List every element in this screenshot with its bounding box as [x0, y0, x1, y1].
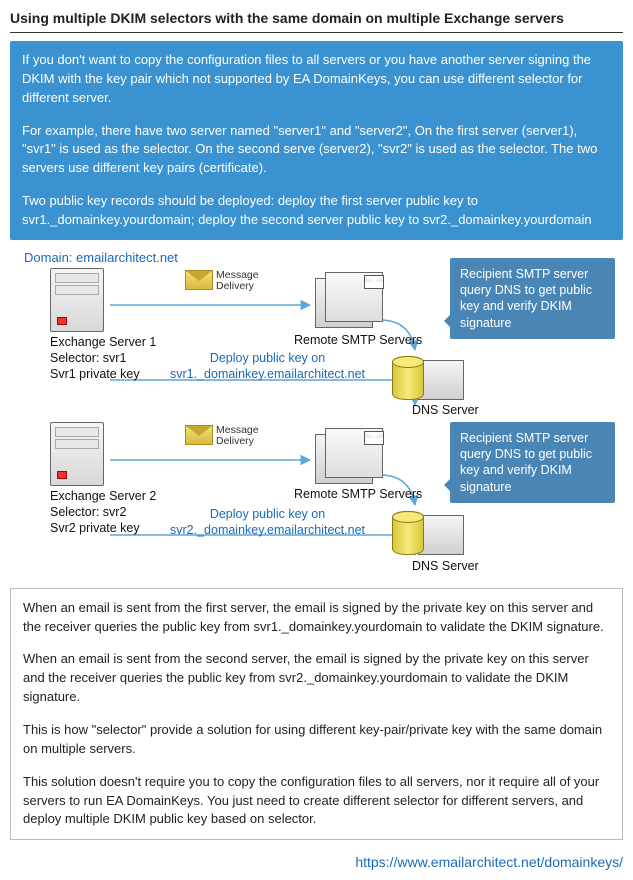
envelope-icon: [185, 270, 213, 290]
remote-smtp-1-icon: [315, 272, 385, 330]
callout-1: Recipient SMTP server query DNS to get p…: [450, 258, 615, 339]
exchange-server-2-icon: [50, 422, 104, 486]
deploy-2a: Deploy public key on: [210, 507, 325, 521]
intro-p3: Two public key records should be deploye…: [22, 192, 611, 230]
dns-2-label: DNS Server: [412, 558, 479, 574]
bottom-p2: When an email is sent from the second se…: [23, 650, 610, 707]
server1-name: Exchange Server 1: [50, 335, 156, 349]
domain-label: Domain: emailarchitect.net: [24, 250, 178, 265]
deploy-1b: svr1._domainkey.emailarchitect.net: [170, 367, 365, 381]
bottom-p3: This is how "selector" provide a solutio…: [23, 721, 610, 759]
intro-p2: For example, there have two server named…: [22, 122, 611, 179]
server1-sel: Selector: svr1: [50, 351, 126, 365]
exchange-server-1-label: Exchange Server 1 Selector: svr1 Svr1 pr…: [50, 334, 156, 383]
dns-2-icon: [392, 505, 472, 565]
message-delivery-label-1: Message Delivery: [216, 270, 259, 293]
dns-1-icon: [392, 350, 472, 410]
server2-name: Exchange Server 2: [50, 489, 156, 503]
exchange-server-2-label: Exchange Server 2 Selector: svr2 Svr2 pr…: [50, 488, 156, 537]
message-delivery-label-2: Message Delivery: [216, 425, 259, 448]
remote-smtp-1-label: Remote SMTP Servers: [294, 332, 422, 348]
deploy-1-label: Deploy public key on svr1._domainkey.ema…: [170, 350, 365, 383]
explanation-box: When an email is sent from the first ser…: [10, 588, 623, 840]
server2-sel: Selector: svr2: [50, 505, 126, 519]
bottom-p1: When an email is sent from the first ser…: [23, 599, 610, 637]
exchange-server-1-icon: [50, 268, 104, 332]
deploy-1a: Deploy public key on: [210, 351, 325, 365]
bottom-p4: This solution doesn't require you to cop…: [23, 773, 610, 830]
server1-key: Svr1 private key: [50, 367, 140, 381]
deploy-2-label: Deploy public key on svr2._domainkey.ema…: [170, 506, 365, 539]
envelope-icon-2: [185, 425, 213, 445]
remote-smtp-2-icon: [315, 428, 385, 486]
remote-smtp-2-label: Remote SMTP Servers: [294, 486, 422, 502]
page-title: Using multiple DKIM selectors with the s…: [10, 10, 623, 33]
deploy-2b: svr2._domainkey.emailarchitect.net: [170, 523, 365, 537]
diagram-area: Domain: emailarchitect.net Exchange Serv…: [10, 250, 623, 580]
intro-p1: If you don't want to copy the configurat…: [22, 51, 611, 108]
intro-box: If you don't want to copy the configurat…: [10, 41, 623, 240]
dns-1-label: DNS Server: [412, 402, 479, 418]
footer-url[interactable]: https://www.emailarchitect.net/domainkey…: [10, 854, 623, 870]
callout-2: Recipient SMTP server query DNS to get p…: [450, 422, 615, 503]
server2-key: Svr2 private key: [50, 521, 140, 535]
